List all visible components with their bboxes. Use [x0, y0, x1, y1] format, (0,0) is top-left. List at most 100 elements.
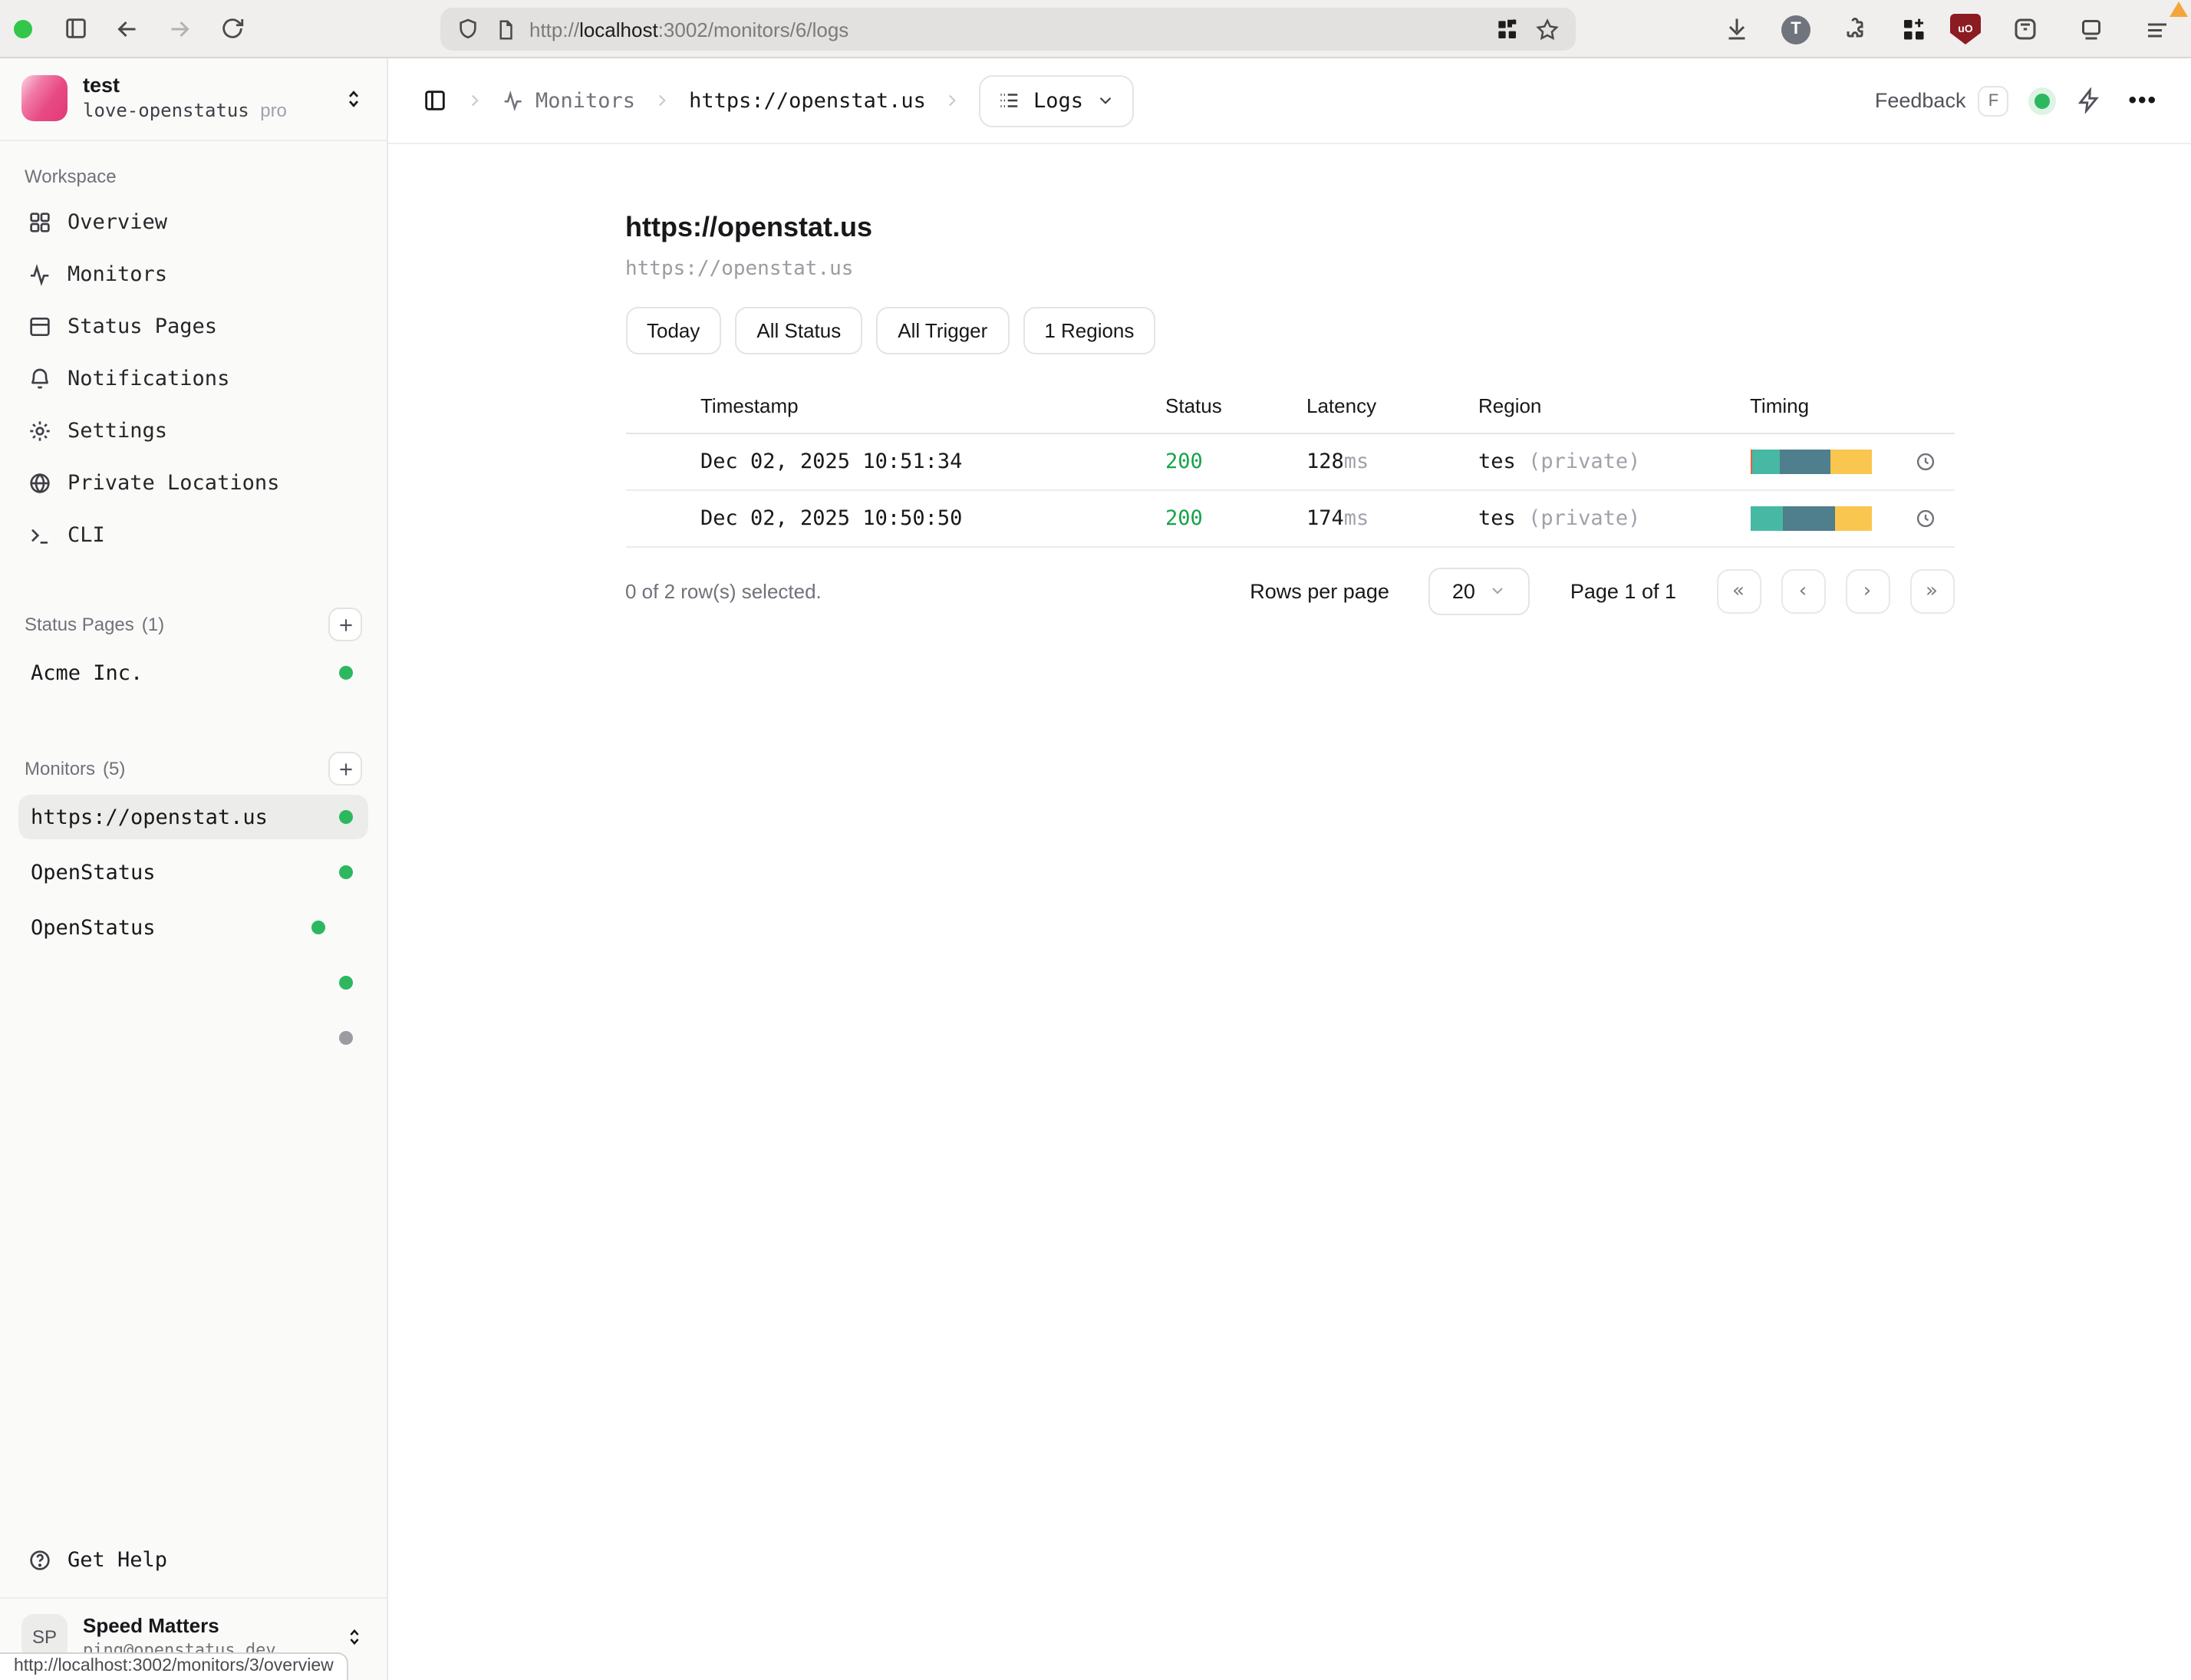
monitor-item[interactable]: [18, 961, 368, 1006]
clock-icon[interactable]: [1914, 451, 1936, 473]
filter-date-button[interactable]: Today: [625, 307, 721, 354]
panel-left-icon[interactable]: [422, 87, 448, 114]
view-selector-button[interactable]: Logs: [980, 74, 1134, 127]
cell-latency: 174ms: [1306, 490, 1478, 547]
filter-bar: Today All Status All Trigger 1 Regions: [625, 307, 1954, 354]
workspace-plan-badge: pro: [260, 100, 287, 121]
shortcut-badge: F: [1978, 85, 2008, 116]
workspace-logo: [21, 75, 68, 121]
add-status-page-button[interactable]: [328, 608, 362, 642]
sidebar-item-cli[interactable]: CLI: [18, 510, 368, 562]
monitor-item[interactable]: OpenStatus: [18, 906, 368, 950]
rows-per-page-select[interactable]: 20: [1429, 567, 1530, 614]
app-menu-icon[interactable]: [2136, 8, 2179, 51]
downloads-icon[interactable]: [1715, 8, 1758, 51]
gear-icon: [28, 420, 52, 444]
sidebar-item-label: Overview: [68, 211, 167, 236]
back-button[interactable]: [106, 7, 149, 50]
chevron-right-icon: [943, 91, 963, 110]
breadcrumb-monitor-name[interactable]: https://openstat.us: [689, 88, 926, 113]
last-page-button[interactable]: »: [1909, 568, 1954, 613]
monitor-label: OpenStatus: [31, 861, 156, 885]
sidebar-item-label: Notifications: [68, 367, 229, 392]
breadcrumb: Monitors https://openstat.us Logs: [422, 74, 1134, 127]
extensions-grid-icon[interactable]: [1899, 15, 1927, 43]
timing-bar: [1750, 506, 1873, 531]
reload-button[interactable]: [210, 7, 253, 50]
timing-bar: [1750, 450, 1873, 474]
sidebar-item-overview[interactable]: Overview: [18, 197, 368, 249]
forward-button[interactable]: [158, 7, 201, 50]
status-dot: [339, 977, 353, 990]
feedback-button[interactable]: Feedback F: [1875, 85, 2009, 116]
profile-avatar-icon[interactable]: T: [1781, 15, 1810, 44]
monitors-section-header: Monitors(5): [18, 746, 368, 796]
sidebar-toggle-icon[interactable]: [54, 7, 97, 50]
column-timing[interactable]: Timing: [1750, 394, 1954, 433]
previous-page-button[interactable]: ‹: [1781, 568, 1825, 613]
filter-regions-button[interactable]: 1 Regions: [1023, 307, 1155, 354]
panel-icon: [28, 315, 52, 340]
column-timestamp[interactable]: Timestamp: [700, 394, 1165, 433]
status-page-item[interactable]: Acme Inc.: [18, 651, 368, 696]
sidebar-item-label: Monitors: [68, 263, 167, 288]
grid-icon: [28, 211, 52, 236]
rows-per-page-label: Rows per page: [1250, 579, 1389, 602]
sidebar-item-monitors[interactable]: Monitors: [18, 249, 368, 301]
address-bar[interactable]: http://localhost:3002/monitors/6/logs: [440, 8, 1576, 51]
user-name: Speed Matters: [83, 1614, 344, 1640]
table-header-row: Timestamp Status Latency Region Timing: [625, 394, 1954, 433]
table-row[interactable]: Dec 02, 2025 10:51:34 200 128ms tes (pri…: [625, 433, 1954, 490]
filter-status-button[interactable]: All Status: [735, 307, 862, 354]
next-page-button[interactable]: ›: [1845, 568, 1890, 613]
first-page-button[interactable]: «: [1716, 568, 1761, 613]
sidebar-item-private-locations[interactable]: Private Locations: [18, 458, 368, 510]
sidebar-item-notifications[interactable]: Notifications: [18, 354, 368, 406]
page-info-icon[interactable]: [494, 18, 517, 41]
monitor-label: OpenStatus: [31, 916, 156, 940]
status-dot: [339, 667, 353, 680]
container-box-icon[interactable]: [2004, 8, 2047, 51]
page-indicator: Page 1 of 1: [1570, 579, 1676, 602]
bookmark-star-icon[interactable]: [1534, 16, 1560, 42]
picture-in-picture-icon[interactable]: [1494, 17, 1519, 41]
cell-timing: [1750, 433, 1954, 490]
lightning-icon[interactable]: [2076, 87, 2102, 114]
url-text[interactable]: http://localhost:3002/monitors/6/logs: [529, 18, 848, 41]
extension-puzzle-icon[interactable]: [1834, 8, 1876, 51]
view-selector-label: Logs: [1033, 88, 1083, 113]
clock-icon[interactable]: [1914, 508, 1936, 529]
column-latency[interactable]: Latency: [1306, 394, 1478, 433]
status-page-label: Acme Inc.: [31, 661, 143, 686]
status-dot: [339, 811, 353, 825]
chevron-right-icon: [465, 91, 485, 110]
sidebar: test love-openstatus pro Workspace Overv…: [0, 58, 388, 1680]
sidebar-item-label: Status Pages: [68, 315, 217, 340]
main-content: https://openstat.us https://openstat.us …: [388, 144, 2191, 1680]
table-row[interactable]: Dec 02, 2025 10:50:50 200 174ms tes (pri…: [625, 490, 1954, 547]
traffic-light-green[interactable]: [14, 19, 32, 38]
more-options-button[interactable]: •••: [2128, 87, 2157, 114]
breadcrumb-monitors[interactable]: Monitors: [502, 88, 635, 113]
filter-trigger-button[interactable]: All Trigger: [876, 307, 1009, 354]
page-title: https://openstat.us: [625, 212, 1954, 244]
pagination-controls: « ‹ › »: [1716, 568, 1954, 613]
column-status[interactable]: Status: [1165, 394, 1306, 433]
activity-icon: [28, 263, 52, 288]
sidebar-item-label: Private Locations: [68, 472, 279, 496]
status-dot: [339, 1032, 353, 1046]
sidebar-item-settings[interactable]: Settings: [18, 406, 368, 458]
workspace-switcher[interactable]: test love-openstatus pro: [0, 58, 387, 142]
add-monitor-button[interactable]: [328, 753, 362, 786]
column-region[interactable]: Region: [1478, 394, 1750, 433]
devices-icon[interactable]: [2070, 8, 2113, 51]
monitor-item[interactable]: OpenStatus: [18, 851, 368, 895]
get-help-link[interactable]: Get Help: [18, 1539, 368, 1597]
shield-icon[interactable]: [456, 17, 480, 41]
sidebar-item-status-pages[interactable]: Status Pages: [18, 301, 368, 354]
monitor-item[interactable]: https://openstat.us: [18, 796, 368, 840]
activity-icon: [502, 89, 525, 112]
ublock-shield-icon[interactable]: uO: [1950, 14, 1981, 44]
chevron-down-icon: [1096, 91, 1115, 110]
monitor-item[interactable]: [18, 1016, 368, 1061]
